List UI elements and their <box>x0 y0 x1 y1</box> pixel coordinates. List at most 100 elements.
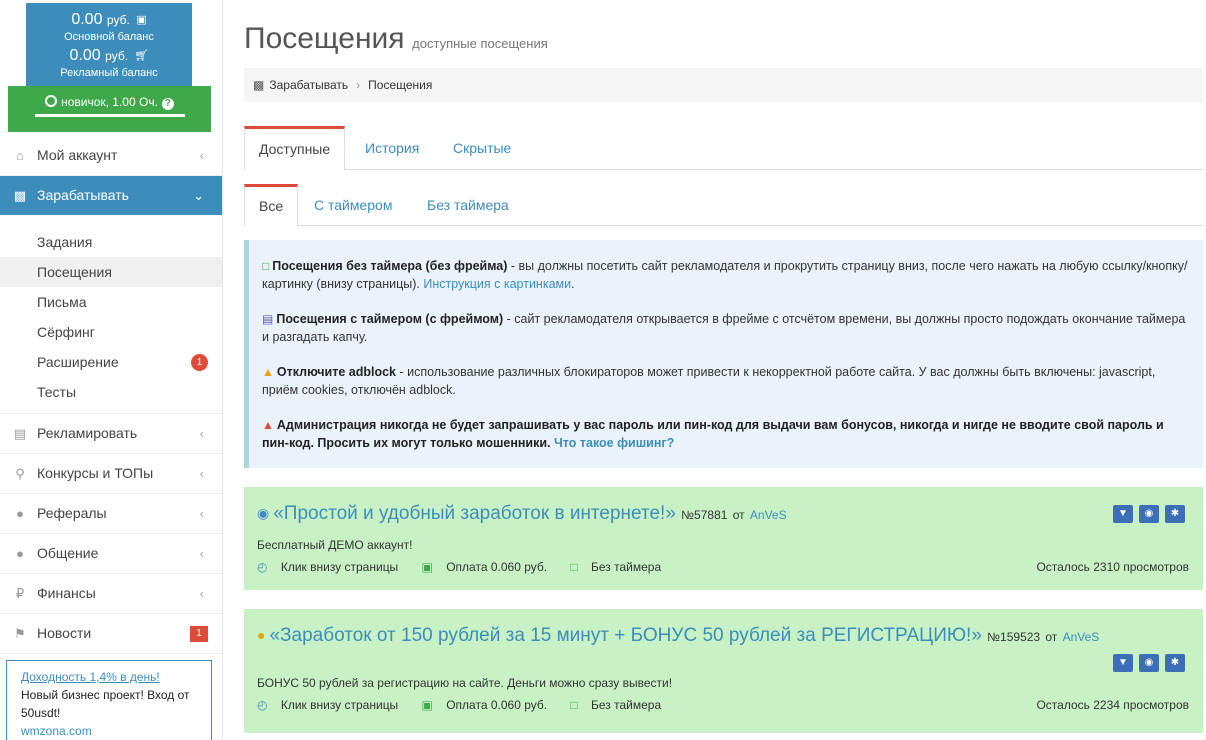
page-icon: □ <box>262 259 270 273</box>
page-header: Посещения доступные посещения <box>244 22 548 56</box>
views-remaining: Осталось 2310 просмотров <box>1036 560 1189 574</box>
tab-history[interactable]: История <box>351 126 433 169</box>
sidebar-item-finance[interactable]: ₽ Финансы ‹ <box>0 574 222 614</box>
sidebar-item-news[interactable]: ⚑ Новости 1 <box>0 614 222 654</box>
clock-icon: ◴ <box>257 698 268 712</box>
info-adblock: ▲ Отключите adblock - использование разли… <box>262 365 1156 397</box>
extension-badge: 1 <box>191 354 208 371</box>
money-icon: ▣ <box>421 560 433 574</box>
cart-icon: 🛒︎ <box>134 50 149 62</box>
ad-link[interactable]: Доходность 1,4% в день! <box>21 668 211 686</box>
tab-without-timer[interactable]: Без таймера <box>413 184 523 225</box>
info-no-timer: □ Посещения без таймера (без фрейма) - вы… <box>262 259 1188 291</box>
task-title-link[interactable]: «Простой и удобный заработок в интернете… <box>273 503 676 524</box>
sidebar-ad[interactable]: Доходность 1,4% в день! Новый бизнес про… <box>6 660 212 740</box>
page-subtitle: доступные посещения <box>412 36 548 51</box>
submenu-item-visits[interactable]: Посещения <box>0 257 222 287</box>
shield-icon[interactable]: ▼ <box>1113 505 1133 523</box>
page-icon: □ <box>570 560 578 574</box>
shield-icon[interactable]: ▼ <box>1113 654 1133 672</box>
info-with-timer: ▤ Посещения с таймером (с фреймом) - сайт… <box>262 312 1186 344</box>
money-icon: ▣ <box>136 14 147 26</box>
film-icon: ▤ <box>262 312 274 326</box>
chevron-left-icon: ‹ <box>199 148 204 163</box>
task-title: ◉ «Простой и удобный заработок в интернет… <box>257 503 787 524</box>
tab-with-timer[interactable]: С таймером <box>300 184 406 225</box>
ad-balance-label: Рекламный баланс <box>60 67 158 79</box>
phishing-link[interactable]: Что такое фишинг? <box>554 436 674 450</box>
rank-box[interactable]: новичок, 1.00 Оч.? <box>8 86 211 132</box>
breadcrumb-earn[interactable]: Зарабатывать <box>269 78 348 92</box>
bug-icon[interactable]: ✱ <box>1165 505 1185 523</box>
chevron-left-icon: ‹ <box>199 506 204 521</box>
danger-icon: ▲ <box>262 418 274 432</box>
earn-submenu: Задания Посещения Письма Сёрфинг Расшире… <box>0 215 222 414</box>
briefcase-icon: ▩ <box>13 188 27 203</box>
news-badge: 1 <box>190 626 208 642</box>
task-actions: ▼ ◉ ✱ <box>1107 504 1185 523</box>
submenu-item-tasks[interactable]: Задания <box>0 227 222 257</box>
task-meta: ◴ Клик внизу страницы ▣ Оплата 0.060 руб… <box>257 698 1189 712</box>
page-title: Посещения <box>244 22 405 55</box>
tab-hidden[interactable]: Скрытые <box>439 126 525 169</box>
submenu-item-letters[interactable]: Письма <box>0 287 222 317</box>
tab-all[interactable]: Все <box>244 184 299 226</box>
submenu-item-tests[interactable]: Тесты <box>0 377 222 407</box>
instructions-link[interactable]: Инструкция с картинками <box>423 277 571 291</box>
breadcrumb-separator: › <box>356 78 361 92</box>
task-card: ● «Заработок от 150 рублей за 15 минут + … <box>244 609 1203 733</box>
submenu-item-extension[interactable]: Расширение 1 <box>0 347 222 377</box>
sidebar: 0.00 руб. ▣ Основной баланс 0.00 руб. 🛒︎… <box>0 0 223 740</box>
ad-site[interactable]: wmzona.com <box>21 722 211 740</box>
task-author-link[interactable]: AnVeS <box>750 508 787 522</box>
task-author-link[interactable]: AnVeS <box>1063 630 1100 644</box>
chevron-left-icon: ‹ <box>199 586 204 601</box>
secondary-tabs: Все С таймером Без таймера <box>244 184 1203 226</box>
task-description: Бесплатный ДЕМО аккаунт! <box>257 538 413 552</box>
sidebar-item-chat[interactable]: ● Общение ‹ <box>0 534 222 574</box>
sidebar-menu: ⌂ Мой аккаунт ‹ ▩ Зарабатывать ⌄ Задания… <box>0 136 222 654</box>
page-icon: □ <box>570 698 578 712</box>
primary-tabs: Доступные История Скрытые <box>244 126 1203 170</box>
views-remaining: Осталось 2234 просмотров <box>1036 698 1189 712</box>
task-title-link[interactable]: «Заработок от 150 рублей за 15 минут + Б… <box>269 625 981 646</box>
breadcrumb: ▩ Зарабатывать › Посещения <box>244 68 1203 102</box>
eye-slash-icon[interactable]: ◉ <box>1139 654 1159 672</box>
sidebar-item-contests[interactable]: ⚲ Конкурсы и ТОПы ‹ <box>0 454 222 494</box>
sidebar-item-earn[interactable]: ▩ Зарабатывать ⌄ <box>0 176 222 215</box>
chevron-left-icon: ‹ <box>199 466 204 481</box>
balance-box[interactable]: 0.00 руб. ▣ Основной баланс 0.00 руб. 🛒︎… <box>26 3 192 89</box>
sidebar-item-account[interactable]: ⌂ Мой аккаунт ‹ <box>0 136 222 176</box>
task-description: БОНУС 50 рублей за регистрацию на сайте.… <box>257 676 673 690</box>
clock-icon: ◴ <box>257 560 268 574</box>
sidebar-item-referrals[interactable]: ● Рефералы ‹ <box>0 494 222 534</box>
ad-text: Новый бизнес проект! Вход от 50usdt! <box>21 688 190 720</box>
rank-progress-bar <box>34 114 185 117</box>
home-icon: ⌂ <box>16 148 24 163</box>
sidebar-item-advertise[interactable]: ▤ Рекламировать ‹ <box>0 414 222 454</box>
chevron-down-icon: ⌄ <box>193 188 204 203</box>
bullhorn-icon: ⚑ <box>14 626 26 641</box>
warning-icon: ▲ <box>262 365 274 379</box>
money-bag-icon: ● <box>257 627 266 643</box>
task-meta: ◴ Клик внизу страницы ▣ Оплата 0.060 руб… <box>257 560 1189 574</box>
ad-balance: 0.00 руб. 🛒︎ <box>69 47 149 64</box>
eye-slash-icon[interactable]: ◉ <box>1139 505 1159 523</box>
main-balance-label: Основной баланс <box>64 31 154 43</box>
task-card: ◉ «Простой и удобный заработок в интернет… <box>244 487 1203 590</box>
ruble-icon: ₽ <box>15 586 25 601</box>
info-callout: □ Посещения без таймера (без фрейма) - вы… <box>244 240 1203 468</box>
breadcrumb-current: Посещения <box>368 78 433 92</box>
tab-available[interactable]: Доступные <box>244 126 346 170</box>
bug-icon[interactable]: ✱ <box>1165 654 1185 672</box>
circle-icon <box>45 95 58 107</box>
chevron-left-icon: ‹ <box>199 426 204 441</box>
question-icon[interactable]: ? <box>161 98 174 110</box>
bar-chart-icon: ▤ <box>13 426 27 441</box>
users-icon: ● <box>16 506 24 521</box>
task-title: ● «Заработок от 150 рублей за 15 минут + … <box>257 625 1100 646</box>
info-phishing: ▲ Администрация никогда не будет запрашив… <box>262 418 1164 450</box>
submenu-item-surfing[interactable]: Сёрфинг <box>0 317 222 347</box>
rank-text: новичок, 1.00 Оч.? <box>8 86 211 110</box>
trophy-icon: ⚲ <box>15 466 25 481</box>
